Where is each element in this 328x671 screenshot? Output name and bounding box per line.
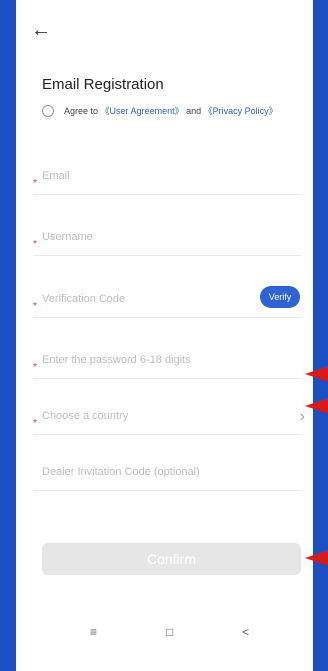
required-star: * bbox=[33, 301, 37, 312]
password-placeholder: Enter the password 6-18 digits bbox=[42, 354, 191, 366]
required-star: * bbox=[33, 239, 37, 250]
privacy-policy-link[interactable]: 《Privacy Policy》 bbox=[204, 104, 278, 117]
email-placeholder: Email bbox=[42, 170, 70, 182]
back-arrow-icon[interactable]: ← bbox=[31, 20, 51, 40]
required-star: * bbox=[33, 418, 37, 429]
back-nav-icon[interactable]: < bbox=[242, 625, 249, 639]
annotation-arrow-icon bbox=[305, 366, 328, 382]
agree-radio[interactable] bbox=[42, 104, 54, 117]
agreement-row: Agree to 《User Agreement》 and 《Privacy P… bbox=[42, 104, 278, 117]
verify-button[interactable]: Verify bbox=[260, 286, 300, 308]
dealer-invitation-placeholder: Dealer Invitation Code (optional) bbox=[42, 466, 200, 478]
dealer-invitation-field[interactable]: Dealer Invitation Code (optional) bbox=[33, 460, 301, 491]
page-title: Email Registration bbox=[42, 76, 164, 93]
required-star: * bbox=[33, 178, 37, 189]
agree-prefix: Agree to bbox=[64, 105, 99, 116]
confirm-button[interactable]: Confirm bbox=[42, 543, 301, 575]
country-placeholder: Choose a country bbox=[42, 410, 129, 422]
email-field[interactable]: * Email bbox=[33, 164, 301, 195]
annotation-arrow-icon bbox=[305, 550, 328, 566]
password-field[interactable]: * Enter the password 6-18 digits bbox=[33, 348, 301, 379]
registration-screen: ← Email Registration Agree to 《User Agre… bbox=[16, 0, 313, 671]
system-nav-bar: ≡ □ < bbox=[16, 625, 313, 645]
agree-and: and bbox=[186, 105, 202, 116]
verification-code-field[interactable]: * Verification Code Verify bbox=[33, 286, 301, 318]
username-placeholder: Username bbox=[42, 231, 93, 243]
user-agreement-link[interactable]: 《User Agreement》 bbox=[101, 104, 184, 117]
home-icon[interactable]: □ bbox=[166, 625, 173, 639]
verification-code-placeholder: Verification Code bbox=[42, 293, 126, 305]
annotation-arrow-icon bbox=[305, 398, 328, 414]
country-select[interactable]: * Choose a country › bbox=[33, 404, 305, 435]
menu-icon[interactable]: ≡ bbox=[90, 625, 97, 639]
required-star: * bbox=[33, 362, 37, 373]
username-field[interactable]: * Username bbox=[33, 225, 301, 256]
